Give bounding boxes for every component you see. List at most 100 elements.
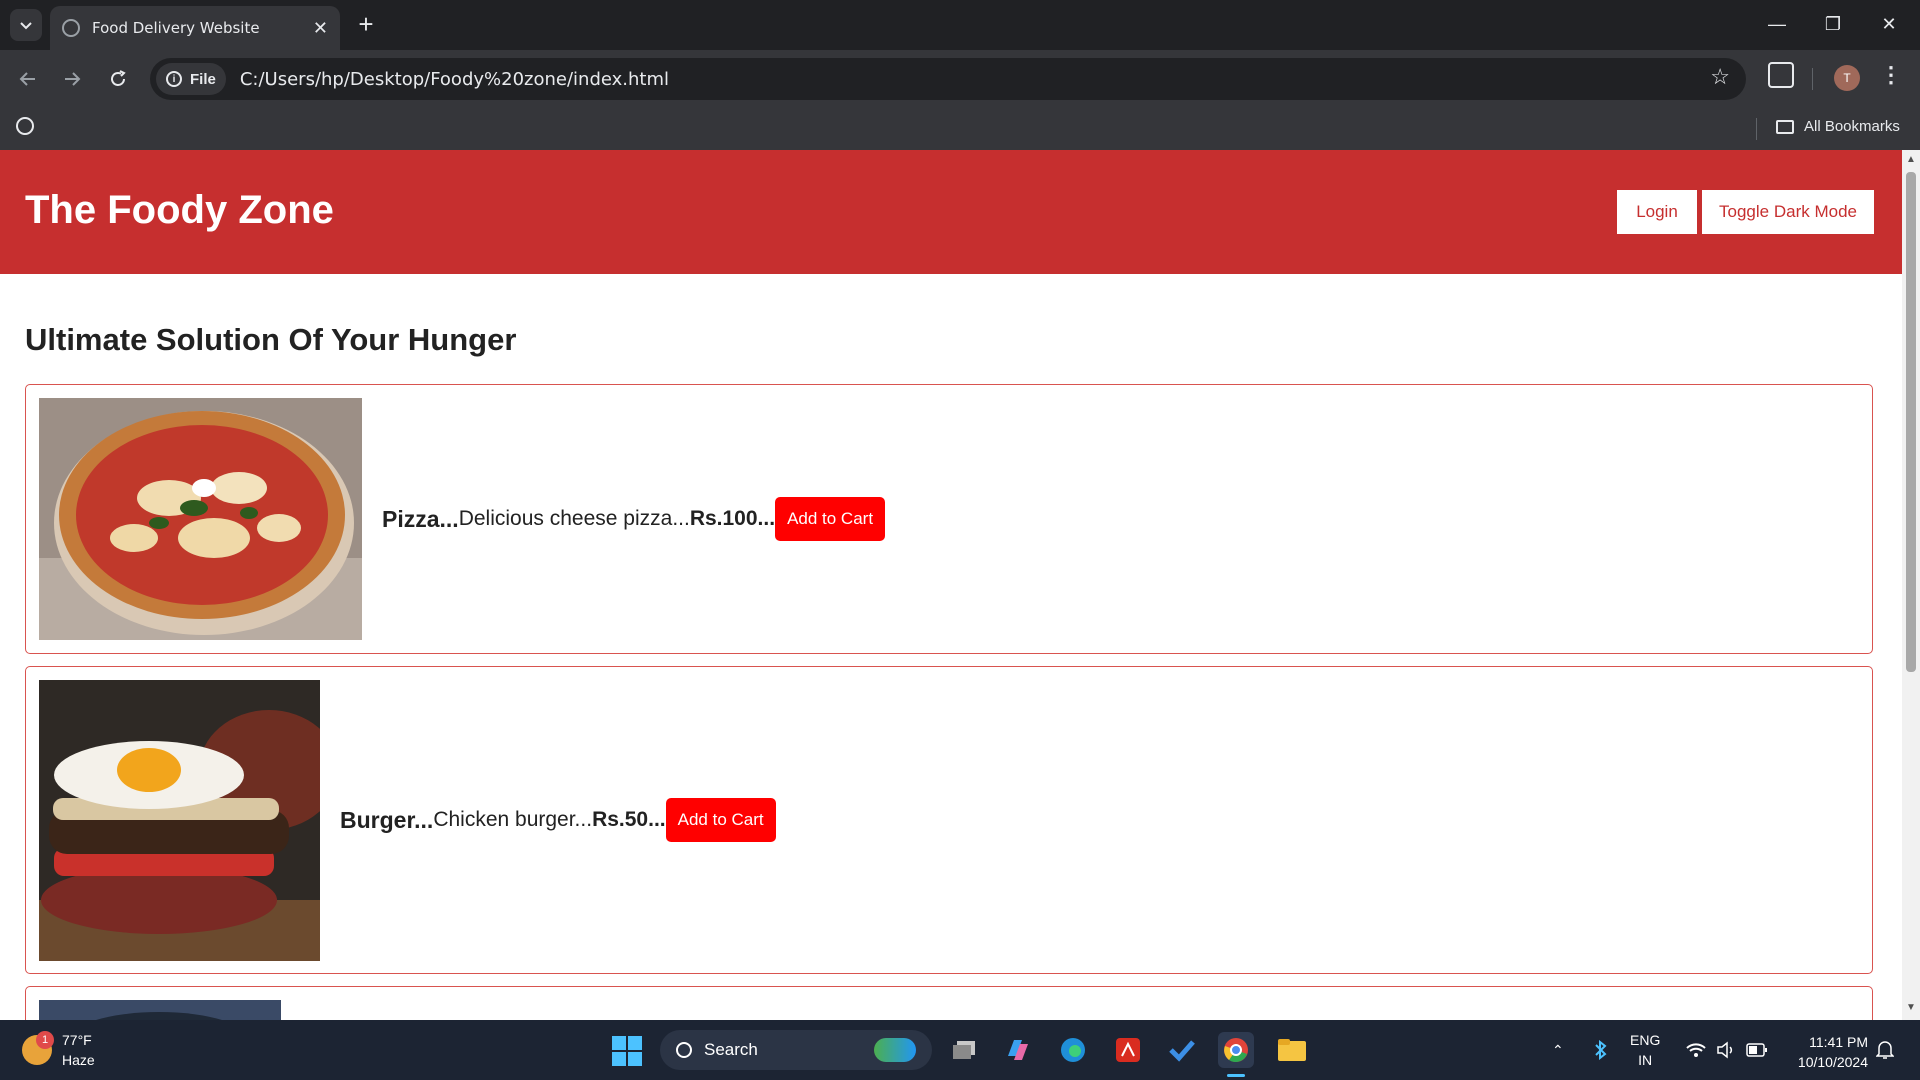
task-view-icon[interactable] xyxy=(946,1032,982,1068)
edge-icon[interactable] xyxy=(1055,1032,1091,1068)
food-card-partial xyxy=(25,986,1873,1020)
food-price: Rs.50... xyxy=(592,808,666,831)
copilot-glyph xyxy=(1008,1040,1028,1060)
language-indicator[interactable]: ENG IN xyxy=(1630,1020,1660,1080)
chevron-down-icon xyxy=(20,22,32,30)
tab-title: Food Delivery Website xyxy=(92,19,260,37)
more-menu-icon[interactable]: ⋮ xyxy=(1880,62,1902,88)
show-hidden-icons[interactable]: ⌃ xyxy=(1552,1020,1564,1080)
address-bar[interactable]: i File C:/Users/hp/Desktop/Foody%20zone/… xyxy=(150,58,1746,100)
burger-image xyxy=(39,679,320,961)
bluetooth-icon[interactable] xyxy=(1594,1020,1608,1080)
taskbar-search-label: Search xyxy=(704,1040,758,1059)
task-view-glyph xyxy=(953,1041,975,1059)
food-name: Pizza... xyxy=(382,505,459,532)
checkmark-glyph xyxy=(1169,1040,1195,1062)
food-card-pizza: Pizza... Delicious cheese pizza... Rs.10… xyxy=(25,384,1873,654)
system-clock[interactable]: 11:41 PM 10/10/2024 xyxy=(1780,1032,1868,1072)
food-image-partial xyxy=(39,1000,281,1020)
search-highlight-icon xyxy=(874,1038,916,1062)
clock-time: 11:41 PM xyxy=(1809,1034,1868,1050)
food-description: Delicious cheese pizza... xyxy=(458,507,690,530)
back-button[interactable] xyxy=(12,63,44,95)
add-to-cart-button[interactable]: Add to Cart xyxy=(665,798,776,842)
acrobat-icon[interactable] xyxy=(1110,1032,1146,1068)
new-tab-button[interactable]: + xyxy=(352,9,380,39)
taskbar-search[interactable]: Search xyxy=(660,1030,932,1070)
windows-logo-tile xyxy=(628,1036,642,1050)
chrome-icon[interactable] xyxy=(1218,1032,1254,1068)
reload-icon xyxy=(111,70,126,86)
weather-widget[interactable]: 1 77°F Haze xyxy=(22,1030,95,1070)
globe-icon xyxy=(62,19,80,37)
start-button[interactable] xyxy=(612,1036,642,1066)
close-tab-icon[interactable]: ✕ xyxy=(313,18,328,39)
all-bookmarks-label: All Bookmarks xyxy=(1804,118,1900,135)
browser-tab-strip: Food Delivery Website ✕ + — ❐ ✕ xyxy=(0,0,1920,50)
volume-icon[interactable] xyxy=(1716,1020,1736,1080)
restore-button[interactable]: ❐ xyxy=(1808,6,1858,42)
battery-icon[interactable] xyxy=(1746,1020,1768,1080)
bookmarks-bar: All Bookmarks xyxy=(0,108,1920,150)
apps-globe-icon[interactable] xyxy=(16,117,34,135)
acrobat-glyph xyxy=(1116,1038,1140,1062)
all-bookmarks-button[interactable]: All Bookmarks xyxy=(1776,118,1900,135)
tab-search-button[interactable] xyxy=(10,9,42,41)
wifi-icon[interactable] xyxy=(1686,1020,1706,1080)
url-text[interactable]: C:/Users/hp/Desktop/Foody%20zone/index.h… xyxy=(240,69,669,90)
wifi-glyph xyxy=(1686,1043,1706,1057)
active-app-indicator xyxy=(1227,1074,1245,1077)
windows-logo-tile xyxy=(612,1052,626,1066)
windows-logo-tile xyxy=(612,1036,626,1050)
browser-tab[interactable]: Food Delivery Website ✕ xyxy=(50,6,340,50)
notification-bell-icon[interactable] xyxy=(1876,1020,1894,1080)
search-icon xyxy=(676,1042,692,1058)
site-info-chip[interactable]: i File xyxy=(156,63,226,95)
scroll-thumb[interactable] xyxy=(1906,172,1916,672)
food-price: Rs.100... xyxy=(689,507,776,530)
battery-glyph xyxy=(1746,1043,1767,1057)
minimize-button[interactable]: — xyxy=(1752,6,1802,42)
toggle-dark-mode-button[interactable]: Toggle Dark Mode xyxy=(1702,190,1874,234)
bookmark-star-icon[interactable]: ☆ xyxy=(1710,64,1730,90)
bookmarks-divider xyxy=(1756,118,1757,140)
copilot-icon[interactable] xyxy=(1000,1032,1036,1068)
scroll-down-icon[interactable]: ▼ xyxy=(1906,1002,1916,1013)
scroll-up-icon[interactable]: ▲ xyxy=(1906,154,1916,165)
chrome-glyph xyxy=(1224,1038,1248,1063)
windows-logo-tile xyxy=(628,1052,642,1066)
folder-icon xyxy=(1776,119,1794,134)
page-scrollbar[interactable]: ▲ ▼ xyxy=(1902,150,1920,1020)
pizza-image xyxy=(39,398,362,640)
food-info: Pizza... Delicious cheese pizza... Rs.10… xyxy=(382,497,886,541)
login-button[interactable]: Login xyxy=(1617,190,1697,234)
add-to-cart-button[interactable]: Add to Cart xyxy=(775,497,886,541)
food-info: Burger... Chicken burger... Rs.50... Add… xyxy=(340,798,776,842)
close-window-button[interactable]: ✕ xyxy=(1864,6,1914,42)
reload-button[interactable] xyxy=(102,63,134,95)
browser-toolbar: i File C:/Users/hp/Desktop/Foody%20zone/… xyxy=(0,50,1920,108)
food-card-burger: Burger... Chicken burger... Rs.50... Add… xyxy=(25,666,1873,974)
site-info-label: File xyxy=(190,70,216,88)
edge-glyph xyxy=(1061,1038,1085,1062)
region-code: IN xyxy=(1638,1052,1653,1068)
forward-button[interactable] xyxy=(56,63,88,95)
site-title: The Foody Zone xyxy=(25,188,334,232)
profile-avatar[interactable]: T xyxy=(1834,65,1860,91)
arrow-right-icon xyxy=(65,72,81,86)
weather-icon: 1 xyxy=(22,1031,54,1065)
file-explorer-icon[interactable] xyxy=(1274,1032,1310,1068)
weather-temp: 77°F xyxy=(62,1032,92,1048)
weather-desc: Haze xyxy=(62,1052,95,1068)
clock-date: 10/10/2024 xyxy=(1797,1054,1868,1070)
folder-glyph xyxy=(1278,1039,1306,1061)
food-name: Burger... xyxy=(340,806,434,833)
speaker-glyph xyxy=(1717,1041,1733,1059)
windows-taskbar: 1 77°F Haze Search ⌃ ENG IN 11:41 PM 10/… xyxy=(0,1020,1920,1080)
bluetooth-glyph xyxy=(1595,1040,1607,1060)
arrow-left-icon xyxy=(19,72,35,86)
page-viewport: The Foody Zone Login Toggle Dark Mode Ul… xyxy=(0,150,1902,1020)
toolbar-divider xyxy=(1812,68,1813,90)
todo-icon[interactable] xyxy=(1164,1032,1200,1068)
extensions-icon[interactable] xyxy=(1768,62,1794,88)
